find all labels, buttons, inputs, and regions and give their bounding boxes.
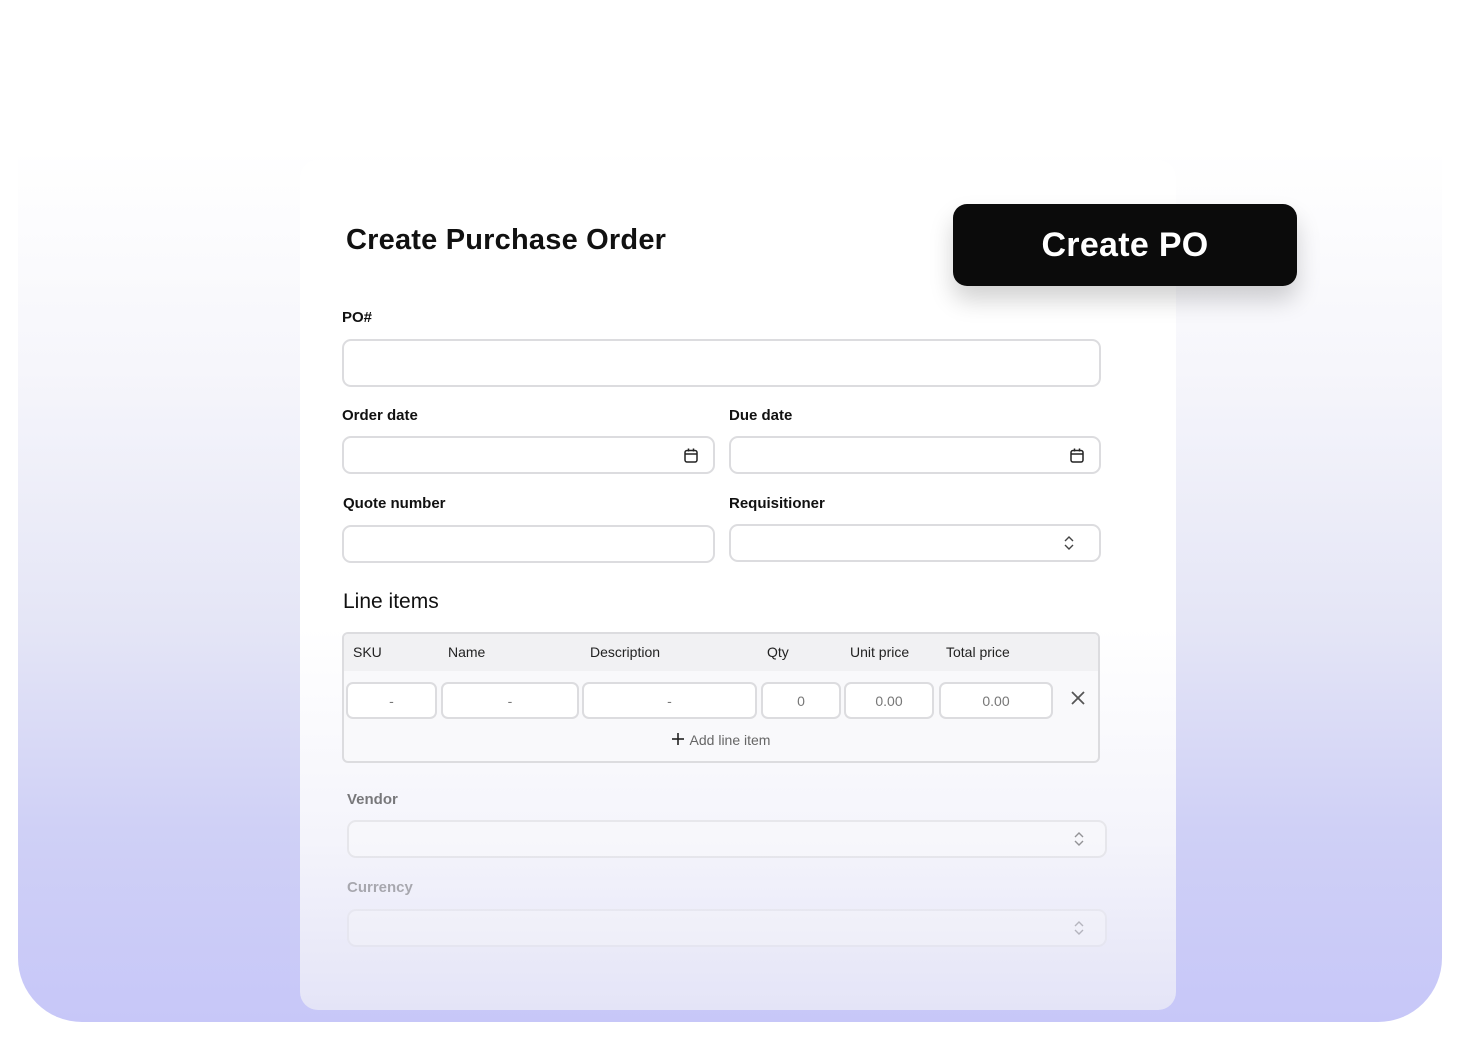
description-input[interactable]: -: [582, 682, 757, 719]
po-number-label: PO#: [342, 309, 373, 326]
quote-number-field[interactable]: [342, 525, 715, 563]
sku-input[interactable]: -: [346, 682, 437, 719]
column-header-sku: SKU: [353, 644, 382, 660]
name-input[interactable]: -: [441, 682, 579, 719]
chevron-updown-icon: [1071, 920, 1087, 936]
column-header-description: Description: [590, 644, 661, 660]
po-number-field[interactable]: [342, 339, 1101, 387]
currency-label: Currency: [347, 879, 413, 896]
po-number-input[interactable]: [344, 341, 1099, 385]
calendar-icon[interactable]: [1069, 447, 1085, 463]
due-date-label: Due date: [729, 407, 793, 424]
order-date-label: Order date: [342, 407, 418, 424]
table-header: SKU Name Description Qty Unit price Tota…: [344, 634, 1098, 671]
due-date-input[interactable]: [731, 438, 1099, 472]
column-header-total-price: Total price: [946, 644, 1010, 660]
add-line-item-label: Add line item: [689, 732, 771, 748]
line-items-table: SKU Name Description Qty Unit price Tota…: [342, 632, 1100, 763]
qty-input[interactable]: 0: [761, 682, 841, 719]
unit-price-input[interactable]: 0.00: [844, 682, 934, 719]
currency-select[interactable]: [347, 909, 1107, 947]
chevron-updown-icon: [1071, 831, 1087, 847]
order-date-field[interactable]: [342, 436, 715, 474]
total-price-input[interactable]: 0.00: [939, 682, 1053, 719]
form-card: [300, 160, 1176, 1010]
quote-number-input[interactable]: [344, 527, 713, 561]
plus-icon: [671, 732, 684, 748]
due-date-field[interactable]: [729, 436, 1101, 474]
vendor-select[interactable]: [347, 820, 1107, 858]
requisitioner-select[interactable]: [729, 524, 1101, 562]
column-header-unit-price: Unit price: [850, 644, 910, 660]
order-date-input[interactable]: [344, 438, 713, 472]
page-title: Create Purchase Order: [346, 224, 667, 256]
remove-line-item-button[interactable]: [1068, 690, 1088, 710]
close-icon: [1070, 690, 1086, 711]
chevron-updown-icon: [1061, 535, 1077, 551]
quote-number-label: Quote number: [343, 495, 446, 512]
column-header-name: Name: [448, 644, 486, 660]
column-header-qty: Qty: [767, 644, 789, 660]
calendar-icon[interactable]: [683, 447, 699, 463]
add-line-item-button[interactable]: Add line item: [344, 732, 1098, 748]
requisitioner-label: Requisitioner: [729, 495, 825, 512]
line-items-title: Line items: [343, 590, 439, 613]
create-po-button[interactable]: Create PO: [953, 204, 1297, 286]
vendor-label: Vendor: [347, 791, 398, 808]
